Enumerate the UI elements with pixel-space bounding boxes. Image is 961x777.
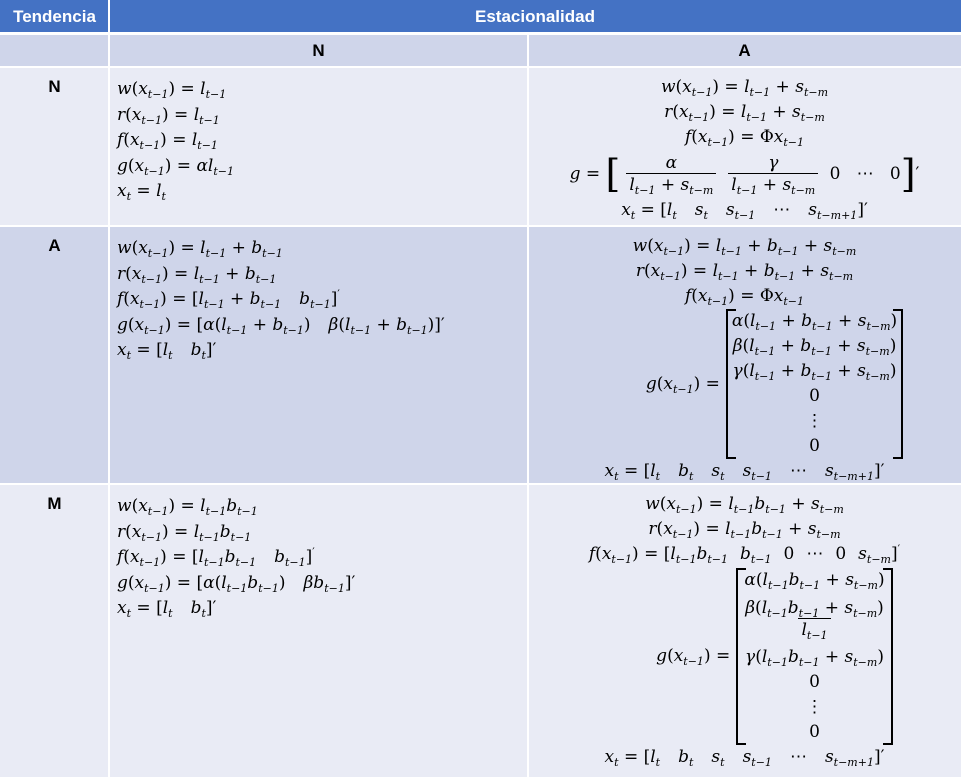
equation: xt = [lt bt st st−1 ⋯ st−m+1]′ (604, 461, 885, 483)
row-label-n-text: N (48, 77, 61, 96)
equation: w(xt−1) = lt−1 + bt−1 (117, 238, 283, 260)
equation: xt = lt (117, 181, 166, 203)
row-label-n: N (0, 67, 109, 226)
cell-m-n: w(xt−1) = lt−1bt−1 r(xt−1) = lt−1bt−1 f(… (109, 484, 528, 777)
header-tendencia-text: Tendencia (13, 6, 96, 26)
equation: g(xt−1) = [α(lt−1 + bt−1) β(lt−1 + bt−1)]… (117, 314, 445, 337)
equation: r(xt−1) = lt−1 + bt−1 (117, 263, 277, 286)
equation: xt = [lt bt]′ (117, 340, 217, 362)
equation: xt = [lt bt]′ (117, 598, 217, 620)
equation-g-column: g(xt−1) = α(lt−1 + bt−1 + st−m) β(lt−1 +… (528, 309, 961, 459)
equation: w(xt−1) = lt−1bt−1 + st−m (645, 494, 844, 516)
equation: r(xt−1) = lt−1 (117, 104, 220, 127)
equation: f(xt−1) = [lt−1bt−1 bt−1]′ (117, 545, 315, 569)
divider (0, 32, 961, 35)
cell-m-a: w(xt−1) = lt−1bt−1 + st−m r(xt−1) = lt−1… (528, 484, 961, 777)
header-estacionalidad-text: Estacionalidad (475, 6, 595, 26)
equation: xt = [lt bt st st−1 ⋯ st−m+1]′ (604, 747, 885, 769)
equation: r(xt−1) = lt−1 + bt−1 + st−m (635, 261, 854, 283)
cell-n-a: w(xt−1) = lt−1 + st−m r(xt−1) = lt−1 + s… (528, 67, 961, 226)
column-vector: α(lt−1 + bt−1 + st−m) β(lt−1 + bt−1 + st… (725, 309, 904, 459)
model-table: Tendencia Estacionalidad N A N w(xt−1) =… (0, 0, 961, 777)
equation: r(xt−1) = lt−1bt−1 + st−m (648, 519, 841, 541)
subheader-col-n: N (109, 35, 528, 67)
equation: r(xt−1) = lt−1 + st−m (664, 102, 825, 124)
equation: w(xt−1) = lt−1 + st−m (660, 77, 829, 99)
header-estacionalidad: Estacionalidad (109, 0, 961, 33)
divider (527, 33, 529, 777)
equation: xt = [lt st st−1 ⋯ st−m+1]′ (621, 200, 868, 222)
equation: w(xt−1) = lt−1bt−1 (117, 496, 258, 518)
equation: f(xt−1) = Φxt−1 (684, 127, 805, 149)
cell-n-n: w(xt−1) = lt−1 r(xt−1) = lt−1 f(xt−1) = … (109, 67, 528, 226)
equation: f(xt−1) = Φxt−1 (684, 286, 805, 308)
divider (0, 66, 961, 68)
divider (0, 225, 961, 227)
equation: f(xt−1) = [lt−1 + bt−1 bt−1]′ (117, 287, 340, 311)
subheader-col-a-text: A (738, 41, 751, 60)
equation: g(xt−1) = αlt−1 (117, 155, 235, 178)
subheader-col-n-text: N (312, 41, 325, 60)
row-label-m-text: M (47, 494, 62, 513)
equation: r(xt−1) = lt−1bt−1 (117, 521, 252, 544)
cell-a-a: w(xt−1) = lt−1 + bt−1 + st−m r(xt−1) = l… (528, 226, 961, 484)
row-label-a: A (0, 226, 109, 484)
equation-g-column: g(xt−1) = α(lt−1bt−1 + st−m) β(lt−1bt−1 … (528, 567, 961, 745)
row-label-a-text: A (48, 236, 61, 255)
equation: f(xt−1) = [lt−1bt−1 bt−1 0 ⋯ 0 st−m]′ (588, 542, 901, 566)
column-vector: α(lt−1bt−1 + st−m) β(lt−1bt−1 + st−m) lt−… (736, 567, 893, 745)
equation: f(xt−1) = lt−1 (117, 130, 218, 152)
cell-a-n: w(xt−1) = lt−1 + bt−1 r(xt−1) = lt−1 + b… (109, 226, 528, 484)
divider (108, 0, 110, 777)
row-label-m: M (0, 484, 109, 777)
equation-g-vector: g = [ α lt−1 + st−m γ lt−1 + st−m 0 ⋯ 0] ′ (569, 152, 920, 197)
equation: g(xt−1) = [α(lt−1bt−1) βbt−1]′ (117, 572, 356, 595)
equation: w(xt−1) = lt−1 + bt−1 + st−m (632, 236, 857, 258)
header-tendencia: Tendencia (0, 0, 109, 33)
divider (0, 483, 961, 485)
subheader-col-a: A (528, 35, 961, 67)
subheader-empty (0, 35, 109, 67)
equation: w(xt−1) = lt−1 (117, 79, 227, 101)
